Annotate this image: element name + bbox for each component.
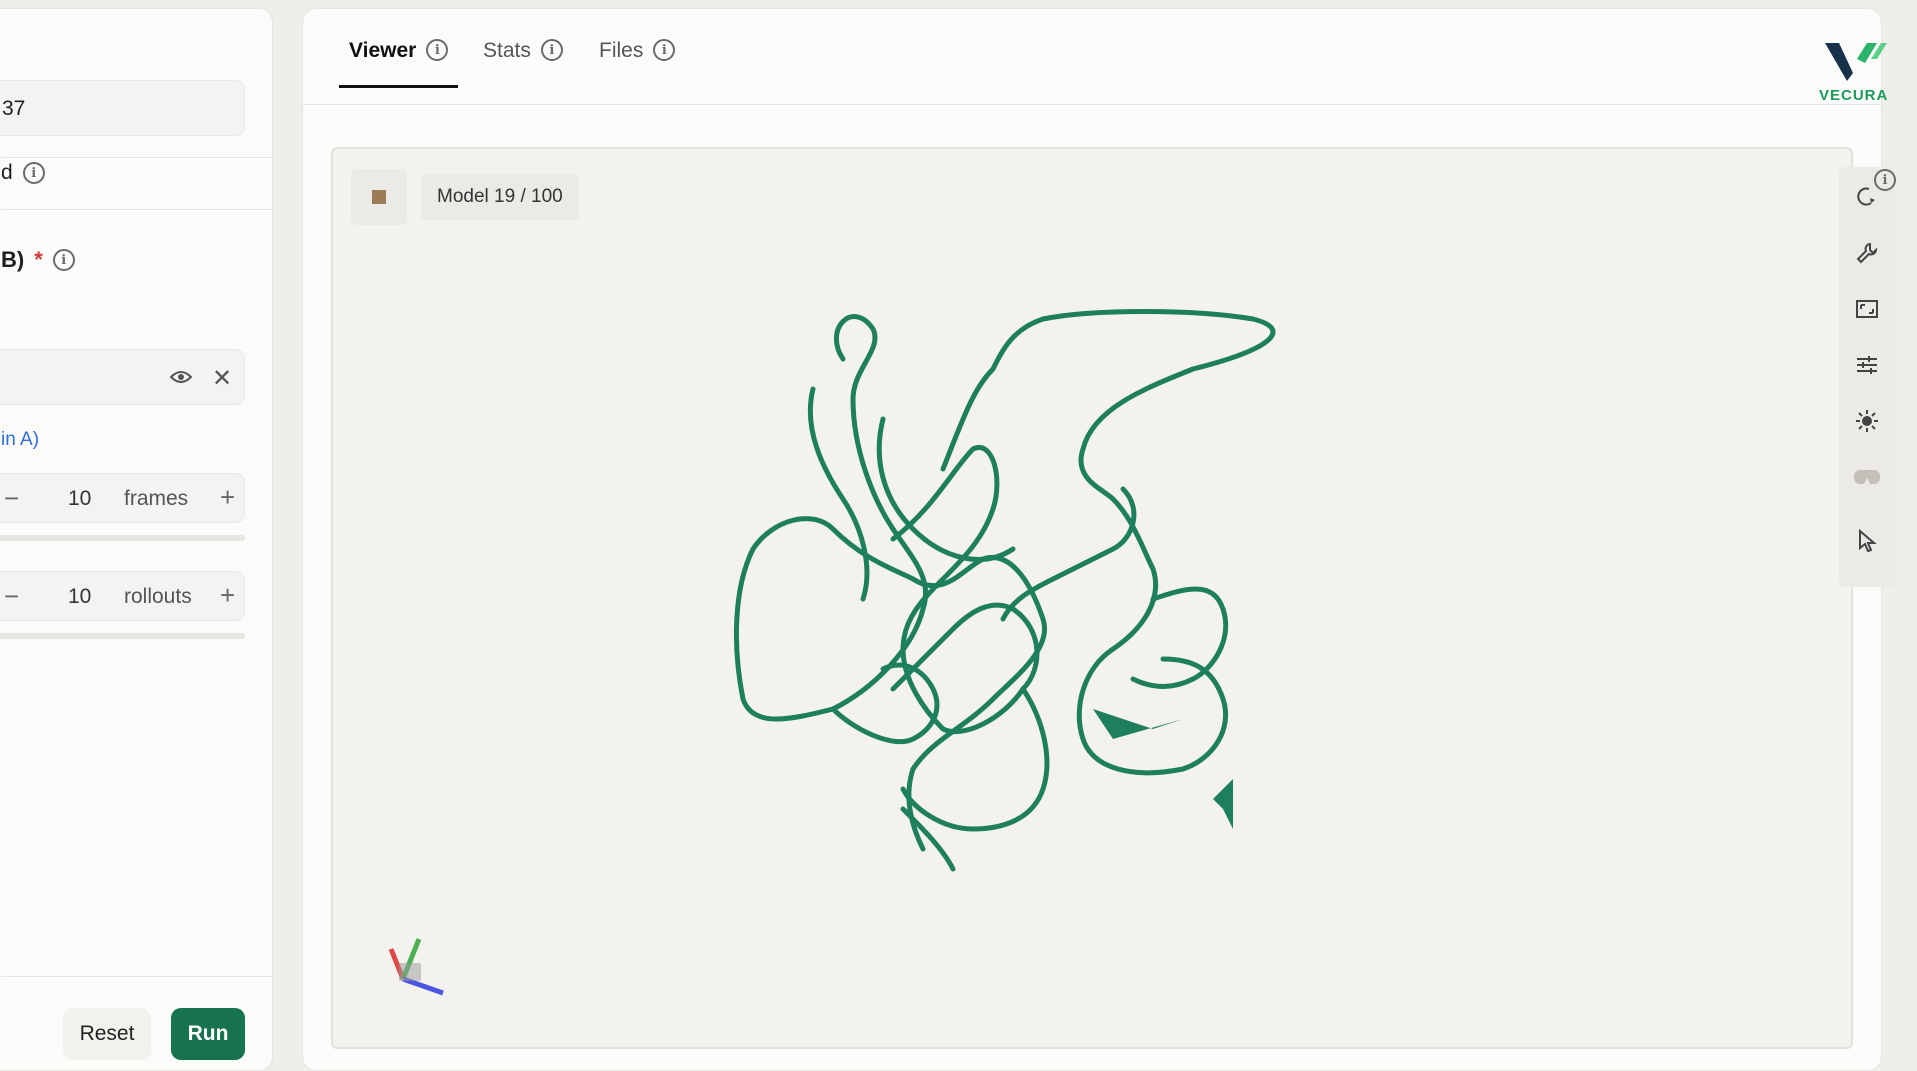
info-icon[interactable]: i	[540, 39, 563, 61]
sun-icon[interactable]	[1853, 407, 1881, 435]
frames-unit: frames	[124, 487, 189, 510]
pdb-file-label: B) * i	[1, 247, 75, 273]
divider	[1, 976, 274, 977]
vr-headset-icon	[1853, 463, 1881, 491]
info-icon[interactable]: i	[52, 249, 75, 271]
seed-input[interactable]: 37	[0, 80, 245, 136]
tab-stats-label: Stats	[483, 39, 531, 62]
tab-stats[interactable]: Stats i	[483, 39, 563, 89]
info-icon[interactable]: i	[1874, 169, 1896, 191]
left-settings-panel: 37 d i B) * i ✕ in A) − 10 frames + − 10…	[0, 8, 274, 1071]
frames-stepper[interactable]: − 10 frames +	[0, 473, 245, 523]
reset-button[interactable]: Reset	[63, 1008, 151, 1060]
wrench-icon[interactable]	[1853, 239, 1881, 267]
tab-viewer[interactable]: Viewer i	[338, 39, 459, 89]
chain-link[interactable]: in A)	[1, 429, 39, 451]
model-indicator: Model 19 / 100	[421, 174, 579, 220]
close-icon[interactable]: ✕	[212, 364, 232, 393]
rollouts-unit: rollouts	[124, 585, 192, 608]
pointer-icon[interactable]	[1853, 527, 1881, 555]
frames-value[interactable]: 10	[68, 487, 91, 511]
rollouts-stepper[interactable]: − 10 rollouts +	[0, 571, 245, 621]
fullscreen-icon[interactable]	[1853, 295, 1881, 323]
info-icon[interactable]: i	[426, 39, 449, 61]
rollouts-decrement-button[interactable]: −	[4, 581, 19, 612]
stop-icon	[372, 190, 386, 204]
logo-text: VECURA	[1819, 87, 1889, 104]
eye-icon[interactable]	[170, 368, 192, 386]
tab-bar: Viewer i Stats i Files i VECURA	[303, 9, 1887, 105]
option-label: d i	[1, 161, 45, 185]
rollouts-value[interactable]: 10	[68, 585, 91, 609]
rollouts-slider[interactable]	[0, 633, 245, 639]
divider	[1, 209, 274, 210]
orientation-axes	[388, 938, 444, 996]
protein-structure[interactable]	[713, 269, 1313, 889]
viewer-toolbar	[1839, 167, 1895, 587]
frames-decrement-button[interactable]: −	[4, 483, 19, 514]
pdb-label-text: B)	[1, 247, 25, 272]
tab-files-label: Files	[599, 39, 644, 62]
stop-button[interactable]	[351, 169, 407, 225]
tab-viewer-label: Viewer	[349, 39, 417, 62]
run-button[interactable]: Run	[171, 1008, 245, 1060]
info-icon[interactable]: i	[22, 162, 45, 184]
option-label-text: d	[1, 161, 13, 184]
frames-slider[interactable]	[0, 535, 245, 541]
tab-files[interactable]: Files i	[599, 39, 676, 89]
main-panel: Viewer i Stats i Files i VECURA Model 19…	[302, 8, 1896, 1071]
sliders-icon[interactable]	[1853, 351, 1881, 379]
info-icon[interactable]: i	[653, 39, 676, 61]
divider	[1, 157, 274, 158]
rollouts-increment-button[interactable]: +	[220, 580, 235, 611]
vecura-logo-icon	[1825, 43, 1887, 81]
pdb-file-field[interactable]: ✕	[0, 349, 245, 405]
molecule-viewer-canvas[interactable]: Model 19 / 100 i	[331, 147, 1896, 1049]
frames-increment-button[interactable]: +	[220, 482, 235, 513]
required-marker: *	[34, 247, 43, 272]
